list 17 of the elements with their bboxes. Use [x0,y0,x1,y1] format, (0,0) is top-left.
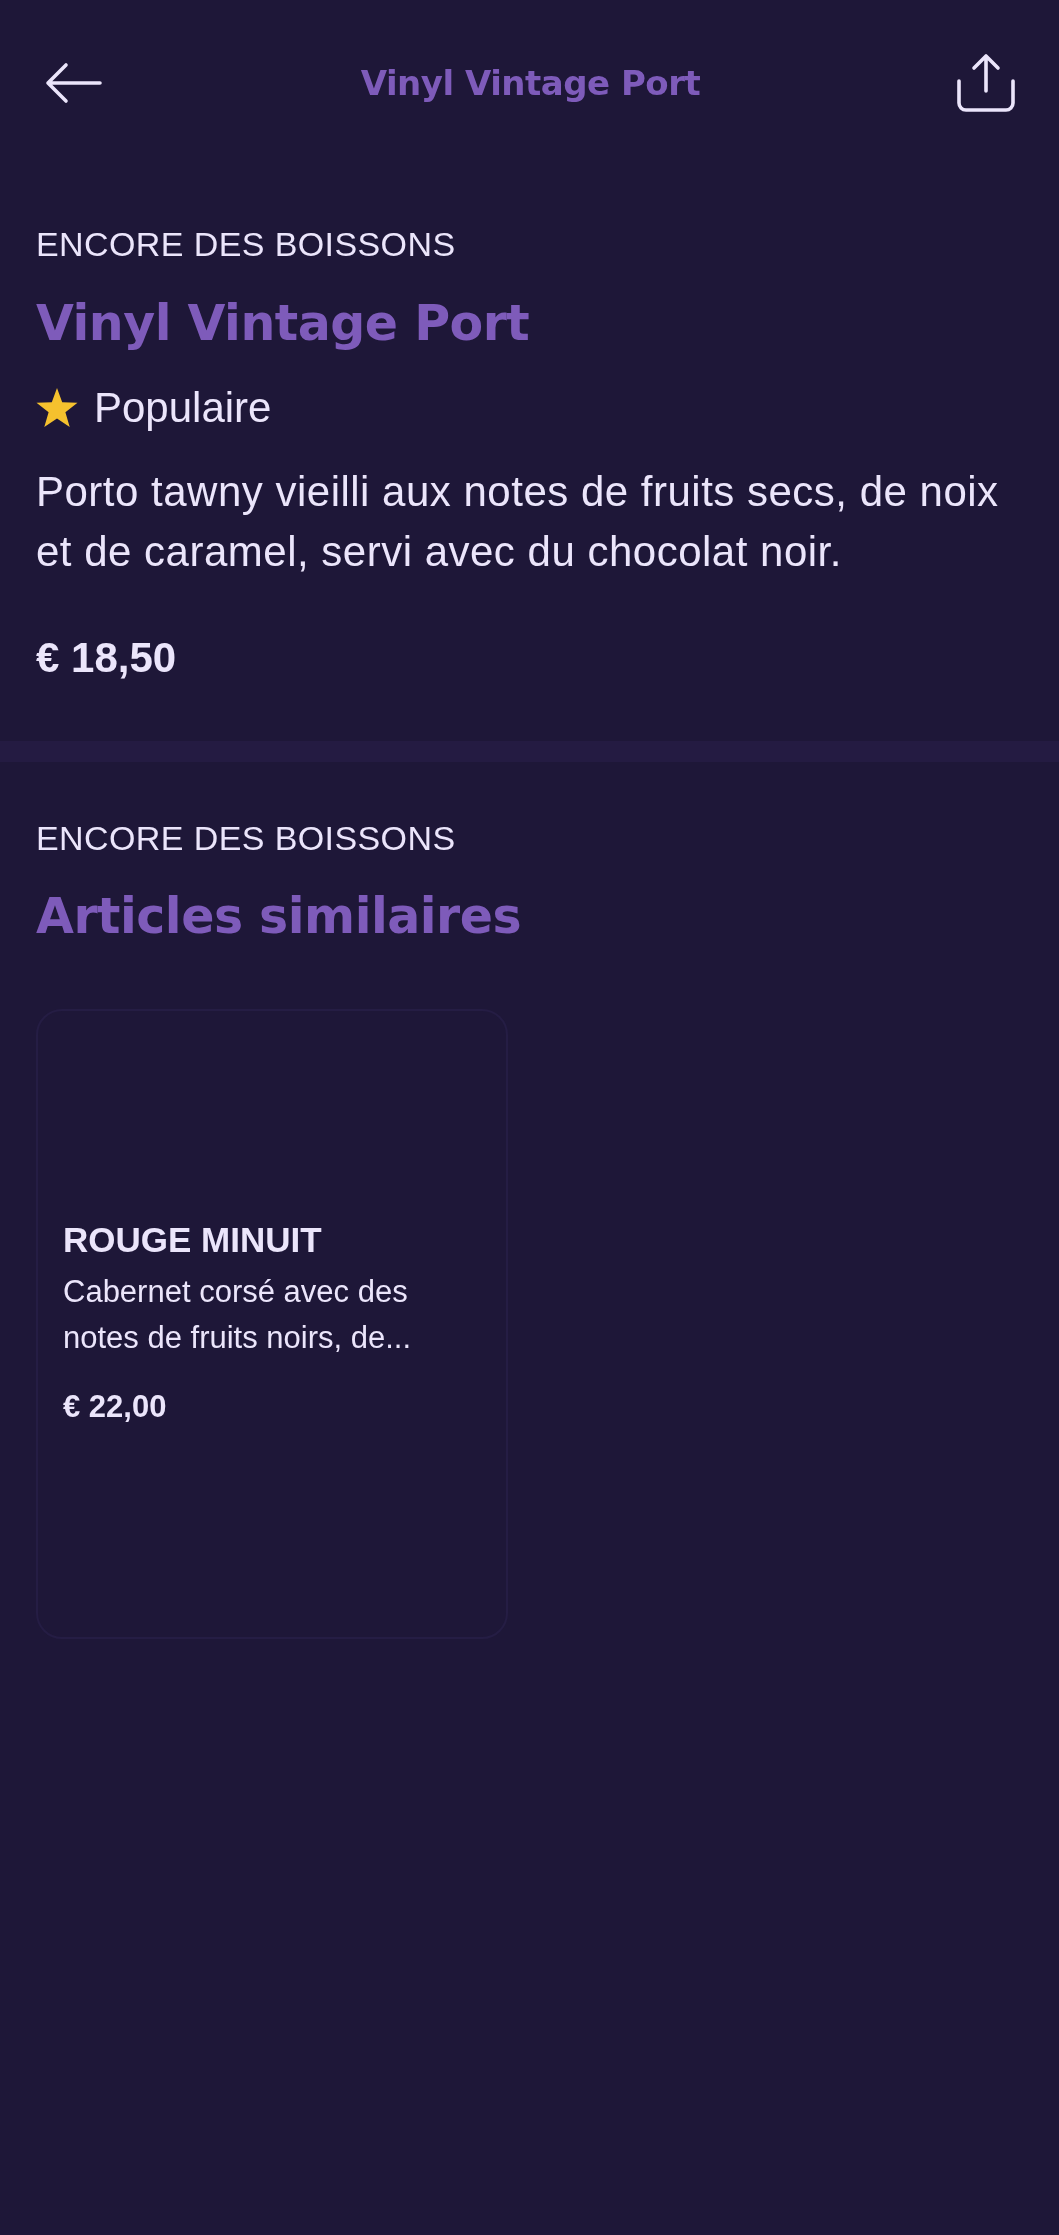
section-title: Articles similaires [36,887,522,947]
product-price: € 18,50 [36,634,177,682]
product-card[interactable]: ROUGE MINUIT Cabernet corsé avec des notes de fruits noirs, de... € 22,00 [36,1009,508,1639]
back-button[interactable] [44,61,104,105]
share-button[interactable] [955,52,1017,114]
star-icon [36,388,78,428]
category-label: ENCORE DES BOISSONS [36,820,456,856]
arrow-left-icon [44,61,104,105]
category-label: ENCORE DES BOISSONS [36,226,456,262]
product-description: Porto tawny vieilli aux notes de fruits secs, de noix et de caramel, servi avec du chocolat noir. [36,467,1000,577]
card-title: ROUGE MINUIT [63,1219,322,1261]
product-title: Vinyl Vintage Port [36,294,530,354]
card-description: Cabernet corsé avec des notes de fruits noirs, de... [63,1273,413,1357]
share-icon [955,52,1017,114]
popular-tag: Populaire [94,386,272,430]
header-title: Vinyl Vintage Port [360,62,701,105]
card-price: € 22,00 [63,1389,167,1425]
